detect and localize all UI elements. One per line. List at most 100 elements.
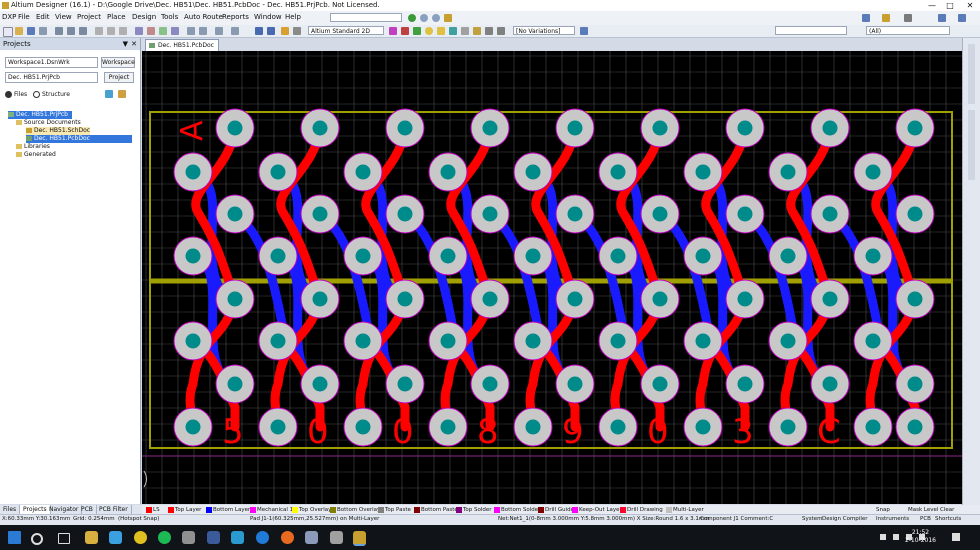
menu-window[interactable]: Window [254, 13, 282, 21]
layer-tab[interactable]: Drill Drawing [619, 506, 663, 514]
file-explorer-icon[interactable] [85, 531, 98, 544]
project-field[interactable]: Dec. HB51.PrjPcb [5, 72, 98, 83]
inspect-icon[interactable] [882, 14, 890, 22]
panel-tab-files[interactable]: Files [0, 505, 21, 514]
pcb-drawing[interactable]: A 5 0 0 8 9 0 3 C [142, 51, 962, 504]
place-component-icon[interactable] [485, 27, 493, 35]
refresh-icon[interactable] [105, 90, 113, 98]
copy-icon[interactable] [107, 27, 115, 35]
tree-item-schdoc[interactable]: Dec. HB51.SchDoc [26, 127, 91, 135]
document-tab-pcbdoc[interactable]: Dec. HB51.PcbDoc [145, 39, 219, 51]
print-icon[interactable] [39, 27, 47, 35]
variations-select[interactable]: [No Variations] [513, 26, 575, 35]
tree-item-generated[interactable]: Generated [16, 151, 56, 159]
back-icon[interactable] [420, 14, 428, 22]
maximize-button[interactable]: □ [942, 0, 958, 11]
layer-tab[interactable]: Bottom Solder [493, 506, 540, 514]
deselect-icon[interactable] [159, 27, 167, 35]
help-icon[interactable] [938, 14, 946, 22]
layer-tab[interactable]: Mechanical 1 [249, 506, 293, 514]
menu-file[interactable]: File [18, 13, 30, 21]
status-system[interactable]: System [802, 516, 823, 522]
workspace-button[interactable]: Workspace [101, 57, 135, 68]
layer-tab[interactable]: Bottom Overlay [329, 506, 380, 514]
menu-project[interactable]: Project [77, 13, 101, 21]
layer-control-button[interactable]: Mask Level [906, 506, 938, 514]
place-string-icon[interactable] [473, 27, 481, 35]
tree-item-libraries[interactable]: Libraries [16, 143, 50, 151]
task-view-icon[interactable] [58, 533, 70, 544]
go-icon[interactable] [408, 14, 416, 22]
menu-help[interactable]: Help [285, 13, 301, 21]
tree-item-source-documents[interactable]: Source Documents [16, 119, 81, 127]
network-icon[interactable] [893, 534, 899, 540]
filter-select[interactable]: (All) [866, 26, 950, 35]
layer-tab[interactable]: Keep-Out Layer [571, 506, 622, 514]
menu-edit[interactable]: Edit [36, 13, 50, 21]
grid-icon[interactable] [187, 27, 195, 35]
place-via-icon[interactable] [425, 27, 433, 35]
cross-probe-icon[interactable] [215, 27, 223, 35]
close-button[interactable]: ✕ [962, 0, 978, 11]
settings-app-icon[interactable] [305, 531, 318, 544]
menu-view[interactable]: View [55, 13, 72, 21]
menu-dxp[interactable]: DXP [2, 13, 16, 21]
panel-pin-icon[interactable]: ▼ [123, 38, 128, 50]
interactive-route-icon[interactable] [401, 27, 409, 35]
move-icon[interactable] [147, 27, 155, 35]
status-design-compiler[interactable]: Design Compiler [822, 516, 868, 522]
minimize-button[interactable]: — [924, 0, 940, 11]
edge-icon[interactable] [256, 531, 269, 544]
undo-icon[interactable] [255, 27, 263, 35]
forward-icon[interactable] [432, 14, 440, 22]
layer-tab[interactable]: LS [145, 506, 160, 514]
windows-start-icon[interactable] [8, 531, 21, 544]
rotate-icon[interactable] [231, 27, 239, 35]
altium-taskbar-icon[interactable] [353, 531, 366, 546]
zoom-area-icon[interactable] [67, 27, 75, 35]
status-shortcuts[interactable]: Shortcuts [935, 516, 961, 522]
menu-auto-route[interactable]: Auto Route [184, 13, 223, 21]
layer-tab[interactable]: Top Paste [377, 506, 411, 514]
route-icon[interactable] [389, 27, 397, 35]
network-app-icon[interactable] [330, 531, 343, 544]
view-config-select[interactable]: Altium Standard 2D [308, 26, 384, 35]
save-icon[interactable] [27, 27, 35, 35]
blank-select[interactable] [775, 26, 847, 35]
layer-control-button[interactable]: Clear [938, 506, 954, 514]
filter-icon[interactable] [862, 14, 870, 22]
paste-icon[interactable] [119, 27, 127, 35]
path-field[interactable] [330, 13, 402, 22]
menu-reports[interactable]: Reports [222, 13, 249, 21]
variant-icon[interactable] [580, 27, 588, 35]
search-icon[interactable] [31, 533, 43, 545]
workspace-select[interactable]: Workspace1.DsnWrk [5, 57, 98, 68]
redo-icon[interactable] [267, 27, 275, 35]
layer-control-button[interactable]: Snap [874, 506, 890, 514]
layer-tab[interactable]: Top Overlay [291, 506, 331, 514]
place-fill-icon[interactable] [449, 27, 457, 35]
panel-close-icon[interactable]: ✕ [131, 38, 137, 50]
place-polygon-icon[interactable] [461, 27, 469, 35]
photos-icon[interactable] [207, 531, 220, 544]
pcb-editor-canvas[interactable]: A 5 0 0 8 9 0 3 C [142, 51, 962, 504]
right-panel-tab-clipboard[interactable] [968, 110, 975, 180]
menu-place[interactable]: Place [107, 13, 126, 21]
menu-tools[interactable]: Tools [161, 13, 178, 21]
project-options-icon[interactable] [118, 90, 126, 98]
right-panel-tab-favorites[interactable] [968, 44, 975, 104]
open-icon[interactable] [15, 27, 23, 35]
layer-tab[interactable]: Bottom Paste [413, 506, 458, 514]
tree-item-project[interactable]: Dec. HB51.PrjPcb [8, 111, 72, 119]
tree-item-pcbdoc[interactable]: Dec. HB51.PcbDoc [26, 135, 132, 143]
zoom-selected-icon[interactable] [79, 27, 87, 35]
panel-tab-pcb[interactable]: PCB [78, 505, 97, 514]
store-icon[interactable] [109, 531, 122, 544]
chrome-icon[interactable] [134, 531, 147, 544]
view-files-radio[interactable]: Files [5, 91, 27, 99]
view-structure-radio[interactable]: Structure [33, 91, 70, 99]
clear-filter-icon[interactable] [171, 27, 179, 35]
firefox-icon[interactable] [281, 531, 294, 544]
tray-up-icon[interactable] [880, 534, 886, 540]
cut-icon[interactable] [95, 27, 103, 35]
